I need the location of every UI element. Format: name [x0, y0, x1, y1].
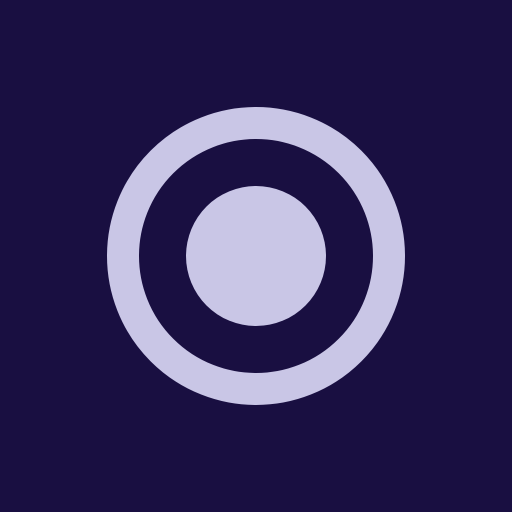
- app-icon-tile: [0, 0, 512, 512]
- record-icon: [0, 0, 512, 512]
- inner-dot: [186, 186, 326, 326]
